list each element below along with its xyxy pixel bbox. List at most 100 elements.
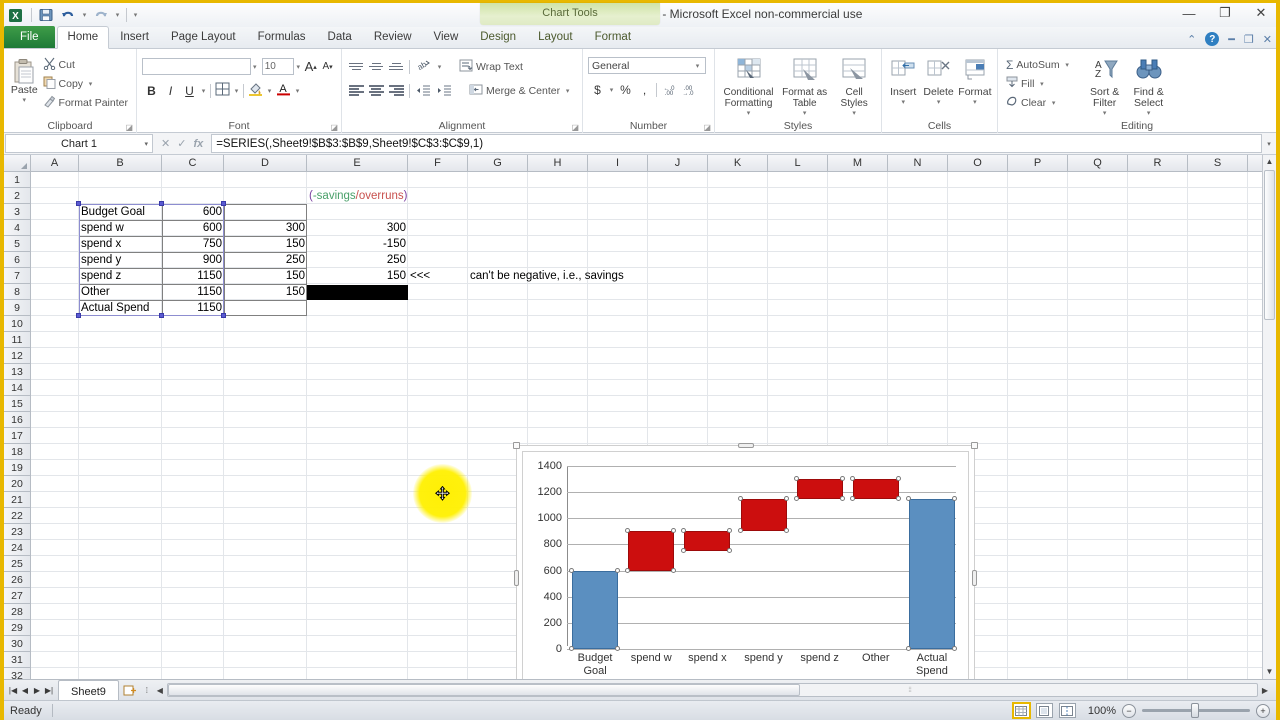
normal-view-button[interactable] (1011, 702, 1031, 719)
chart-handle-w[interactable] (514, 570, 519, 586)
chart-point-handle[interactable] (783, 528, 789, 534)
insert-cells-caret-icon[interactable]: ▾ (901, 98, 905, 106)
chart-bar[interactable] (684, 531, 731, 551)
column-header-Q[interactable]: Q (1068, 155, 1128, 171)
workbook-close-icon[interactable]: ✕ (1263, 33, 1272, 46)
row-header-21[interactable]: 21 (4, 492, 30, 508)
cell-styles-caret-icon[interactable]: ▾ (852, 109, 856, 117)
series-range-handle-2[interactable] (221, 201, 226, 206)
cut-button[interactable]: Cut (40, 55, 131, 74)
row-header-9[interactable]: 9 (4, 300, 30, 316)
chart-handle-e[interactable] (972, 570, 977, 586)
row-header-19[interactable]: 19 (4, 460, 30, 476)
align-right-button[interactable] (387, 82, 405, 99)
chart-bar[interactable] (628, 531, 675, 571)
help-icon[interactable]: ? (1205, 32, 1220, 46)
sheet-tab-sheet9[interactable]: Sheet9 (58, 680, 119, 700)
align-top-button[interactable] (347, 58, 365, 75)
font-name-input[interactable] (142, 58, 251, 75)
bold-button[interactable]: B (142, 81, 161, 100)
conditional-formatting-button[interactable]: Conditional Formatting ▾ (720, 56, 777, 117)
chart-point-handle[interactable] (905, 646, 911, 651)
chart-point-handle[interactable] (727, 547, 733, 553)
copy-caret-icon[interactable]: ▾ (86, 80, 95, 88)
autosum-button[interactable]: Σ AutoSum ▾ (1003, 55, 1075, 74)
chart-bar[interactable] (908, 498, 955, 649)
series-range-handle-5[interactable] (221, 313, 226, 318)
decrease-indent-button[interactable] (414, 81, 433, 100)
chart-point-handle[interactable] (895, 495, 901, 501)
alignment-dialog-launcher[interactable]: ◪ (571, 123, 579, 132)
chart-point-handle[interactable] (951, 495, 957, 501)
row-header-6[interactable]: 6 (4, 252, 30, 268)
italic-button[interactable]: I (161, 81, 180, 100)
currency-button[interactable]: $ (588, 80, 607, 99)
row-header-7[interactable]: 7 (4, 268, 30, 284)
minimize-button[interactable]: — (1178, 6, 1200, 21)
cell-E2[interactable]: (-savings/overruns) (307, 188, 497, 204)
column-header-K[interactable]: K (708, 155, 768, 171)
fill-color-caret-icon[interactable]: ▾ (265, 87, 274, 95)
chart-point-handle[interactable] (783, 495, 789, 501)
chart-point-handle[interactable] (793, 476, 799, 482)
orientation-button[interactable]: ab (414, 57, 433, 76)
cancel-formula-button[interactable]: ✕ (161, 137, 170, 150)
format-painter-button[interactable]: Format Painter (40, 93, 131, 112)
tab-design[interactable]: Design (469, 27, 527, 48)
chart-point-handle[interactable] (839, 495, 845, 501)
horizontal-scroll-thumb[interactable] (167, 684, 800, 696)
minimize-ribbon-icon[interactable]: ⌃ (1187, 33, 1196, 46)
column-header-B[interactable]: B (79, 155, 162, 171)
format-cells-button[interactable]: Format ▾ (958, 56, 992, 106)
orientation-caret-icon[interactable]: ▾ (435, 63, 444, 71)
chart-handle-n[interactable] (737, 443, 754, 448)
row-header-11[interactable]: 11 (4, 332, 30, 348)
name-box[interactable]: Chart 1 ▾ (5, 134, 153, 153)
series-range-handle-3[interactable] (76, 313, 81, 318)
clear-button[interactable]: Clear ▾ (1003, 93, 1075, 112)
row-header-30[interactable]: 30 (4, 636, 30, 652)
tab-view[interactable]: View (423, 27, 470, 48)
page-break-view-button[interactable] (1058, 703, 1076, 718)
delete-cells-button[interactable]: Delete ▾ (922, 56, 954, 106)
select-all-corner[interactable] (4, 155, 31, 171)
series-range-handle-4[interactable] (159, 313, 164, 318)
horizontal-scrollbar[interactable]: ⦙⦙ (166, 683, 1258, 697)
paste-caret-icon[interactable]: ▾ (23, 96, 27, 104)
row-header-2[interactable]: 2 (4, 188, 30, 204)
align-center-button[interactable] (367, 82, 385, 99)
row-header-12[interactable]: 12 (4, 348, 30, 364)
wrap-text-button[interactable]: Wrap Text (456, 57, 526, 76)
number-dialog-launcher[interactable]: ◪ (703, 123, 711, 132)
column-header-A[interactable]: A (31, 155, 79, 171)
clipboard-dialog-launcher[interactable]: ◪ (125, 123, 133, 132)
zoom-slider[interactable] (1142, 703, 1250, 718)
align-middle-button[interactable] (367, 58, 385, 75)
column-header-F[interactable]: F (408, 155, 468, 171)
insert-worksheet-icon[interactable] (119, 680, 141, 700)
tab-insert[interactable]: Insert (109, 27, 160, 48)
font-size-input[interactable]: 10 (261, 58, 295, 75)
autosum-caret-icon[interactable]: ▾ (1063, 61, 1072, 69)
tab-review[interactable]: Review (363, 27, 423, 48)
currency-caret-icon[interactable]: ▾ (607, 86, 616, 94)
column-header-G[interactable]: G (468, 155, 528, 171)
cell-F7[interactable]: <<< (408, 268, 468, 284)
row-header-23[interactable]: 23 (4, 524, 30, 540)
maximize-button[interactable]: ❐ (1214, 5, 1236, 21)
chart-point-handle[interactable] (951, 646, 957, 651)
chart-bar[interactable] (740, 498, 787, 532)
zoom-in-button[interactable]: + (1256, 703, 1270, 718)
increase-decimal-button[interactable]: ←.0.00 (659, 80, 678, 99)
chart-point-handle[interactable] (737, 528, 743, 534)
chart-bar[interactable] (796, 479, 843, 499)
cell-E6[interactable]: 250 (307, 252, 408, 268)
chart-bar[interactable] (852, 479, 899, 499)
close-button[interactable]: ✕ (1250, 5, 1272, 21)
tab-file[interactable]: File (4, 26, 55, 48)
shrink-font-button[interactable]: A ▾ (319, 57, 336, 76)
column-header-H[interactable]: H (528, 155, 588, 171)
column-header-I[interactable]: I (588, 155, 648, 171)
format-cells-caret-icon[interactable]: ▾ (973, 98, 977, 106)
row-header-32[interactable]: 32 (4, 668, 30, 680)
